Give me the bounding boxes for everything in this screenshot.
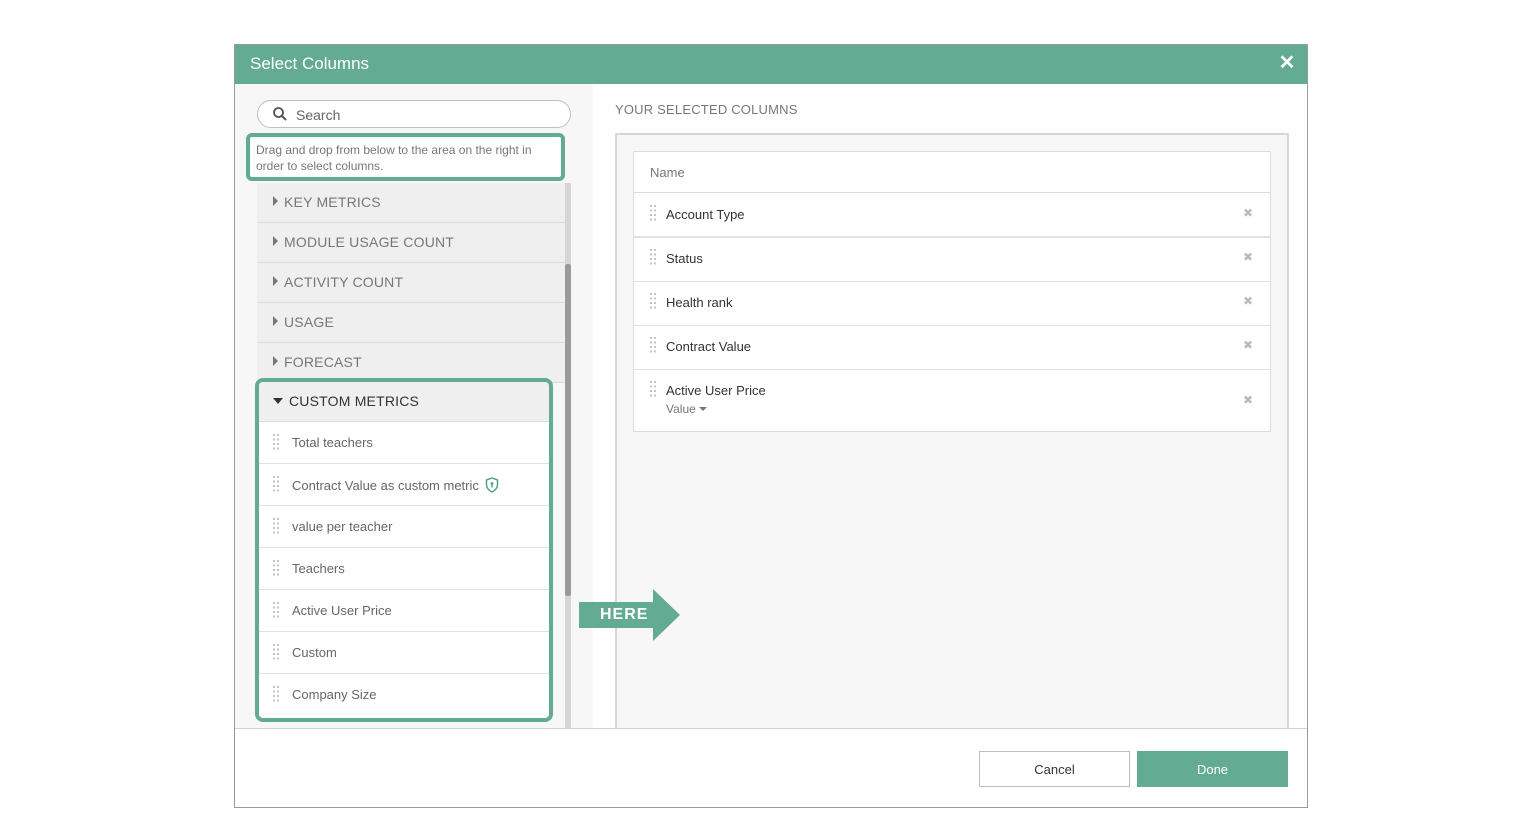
category-label: MODULE USAGE COUNT [284, 234, 455, 250]
selected-row-account-type[interactable]: Account Type ✖ [634, 194, 1270, 238]
drag-handle-icon[interactable] [273, 602, 279, 618]
remove-icon[interactable]: ✖ [1242, 251, 1254, 263]
cancel-button[interactable]: Cancel [979, 751, 1130, 787]
row-label: Contract Value [666, 339, 752, 354]
metric-label-text: Contract Value as custom metric [292, 478, 479, 493]
value-select-label: Value [666, 402, 696, 416]
search-input[interactable] [296, 105, 556, 125]
selected-columns-drop-area[interactable]: Name Account Type ✖ Status ✖ Health rank… [615, 133, 1289, 733]
category-label: USAGE [284, 314, 335, 330]
caret-right-icon [273, 236, 278, 246]
category-label: FORECAST [284, 354, 362, 370]
search-box [257, 100, 571, 128]
caret-right-icon [273, 316, 278, 326]
category-forecast[interactable]: FORECAST [257, 343, 565, 383]
remove-icon[interactable]: ✖ [1242, 394, 1254, 406]
value-aggregation-select[interactable]: Value [666, 402, 707, 416]
row-label: Account Type [666, 207, 745, 222]
selected-row-health-rank[interactable]: Health rank ✖ [634, 282, 1270, 326]
row-label: Active User Price [666, 383, 766, 398]
category-usage[interactable]: USAGE [257, 303, 565, 343]
metric-label: Custom [292, 645, 337, 660]
metric-label: Teachers [292, 561, 345, 576]
dialog-title: Select Columns [250, 54, 370, 73]
remove-icon[interactable]: ✖ [1242, 339, 1254, 351]
search-icon [273, 107, 287, 121]
drag-drop-hint: Drag and drop from below to the area on … [256, 143, 532, 173]
category-key-metrics[interactable]: KEY METRICS [257, 183, 565, 223]
selected-columns-title: YOUR SELECTED COLUMNS [615, 102, 798, 117]
selected-row-status[interactable]: Status ✖ [634, 238, 1270, 282]
drag-handle-icon[interactable] [273, 644, 279, 660]
remove-icon[interactable]: ✖ [1242, 295, 1254, 307]
done-button[interactable]: Done [1137, 751, 1288, 787]
selected-columns-table: Name Account Type ✖ Status ✖ Health rank… [633, 151, 1271, 432]
caret-right-icon [273, 356, 278, 366]
metric-label: Contract Value as custom metric [292, 477, 499, 493]
selected-row-contract-value[interactable]: Contract Value ✖ [634, 326, 1270, 370]
scrollbar-thumb[interactable] [565, 264, 571, 596]
category-label: CUSTOM METRICS [289, 393, 420, 409]
drag-handle-icon[interactable] [273, 560, 279, 576]
metric-label: Total teachers [292, 435, 373, 450]
here-annotation-label: HERE [600, 606, 649, 623]
metric-item[interactable]: Custom [259, 632, 549, 674]
dialog-footer: Cancel Done [235, 728, 1307, 807]
metric-item[interactable]: value per teacher [259, 506, 549, 548]
category-label: KEY METRICS [284, 194, 381, 210]
metric-item[interactable]: Company Size [259, 674, 549, 716]
drag-handle-icon[interactable] [650, 205, 656, 221]
category-custom-metrics[interactable]: CUSTOM METRICS [259, 382, 549, 422]
category-activity-count[interactable]: ACTIVITY COUNT [257, 263, 565, 303]
metric-item[interactable]: Total teachers [259, 422, 549, 464]
drag-handle-icon[interactable] [650, 249, 656, 265]
metric-item[interactable]: Active User Price [259, 590, 549, 632]
drag-handle-icon[interactable] [273, 518, 279, 534]
remove-icon[interactable]: ✖ [1242, 207, 1254, 219]
caret-down-icon [273, 398, 283, 404]
select-columns-dialog: Select Columns ✕ Drag and drop from belo… [234, 44, 1308, 808]
drag-handle-icon[interactable] [273, 686, 279, 702]
metric-label: Active User Price [292, 603, 392, 618]
dialog-header: Select Columns ✕ [235, 45, 1307, 84]
metric-label: value per teacher [292, 519, 393, 534]
drag-handle-icon[interactable] [650, 381, 656, 397]
shield-icon [485, 477, 499, 493]
category-module-usage-count[interactable]: MODULE USAGE COUNT [257, 223, 565, 263]
caret-right-icon [273, 196, 278, 206]
hint-highlight: Drag and drop from below to the area on … [246, 133, 565, 181]
custom-metrics-highlight: CUSTOM METRICS Total teachers Contract V… [255, 378, 553, 722]
row-label: Status [666, 251, 703, 266]
table-header: Name [634, 152, 1270, 193]
selected-row-active-user-price[interactable]: Active User Price Value ✖ [634, 370, 1270, 431]
drag-handle-icon[interactable] [273, 476, 279, 492]
drag-handle-icon[interactable] [650, 337, 656, 353]
metric-item[interactable]: Contract Value as custom metric [259, 464, 549, 506]
metric-label: Company Size [292, 687, 377, 702]
close-icon[interactable]: ✕ [1277, 53, 1297, 73]
drag-handle-icon[interactable] [650, 293, 656, 309]
chevron-down-icon [698, 407, 707, 411]
caret-right-icon [273, 276, 278, 286]
category-label: ACTIVITY COUNT [284, 274, 404, 290]
drag-handle-icon[interactable] [273, 434, 279, 450]
row-label: Health rank [666, 295, 733, 310]
metric-item[interactable]: Teachers [259, 548, 549, 590]
column-header-name: Name [650, 165, 685, 180]
